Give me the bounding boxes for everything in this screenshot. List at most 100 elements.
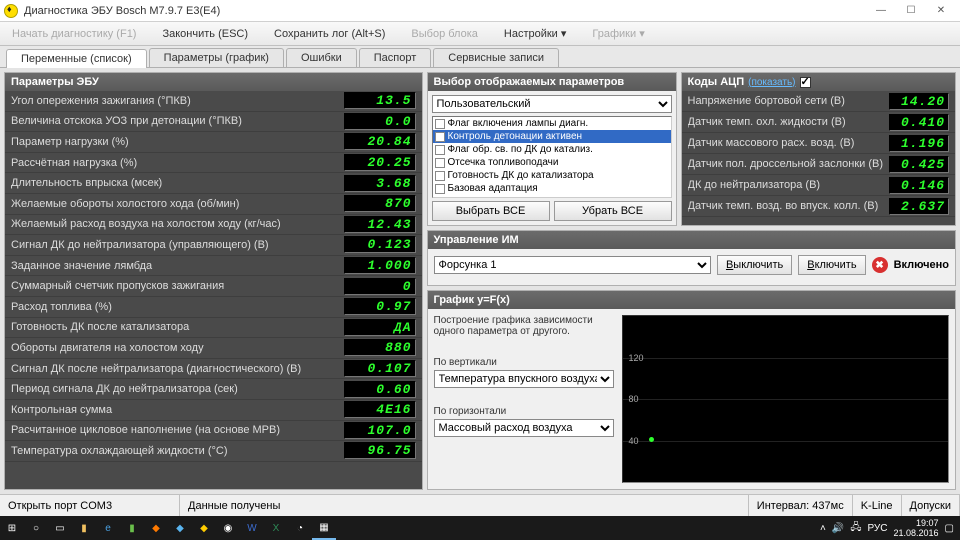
tray-lang[interactable]: РУС bbox=[867, 523, 887, 534]
param-value: ДА bbox=[344, 319, 416, 336]
param-selector-panel: Выбор отображаемых параметров Пользовате… bbox=[427, 72, 677, 226]
list-item[interactable]: Флаг включения лампы диагн. bbox=[433, 117, 671, 130]
actuator-select[interactable]: Форсунка 1 bbox=[434, 256, 711, 274]
param-row[interactable]: Заданное значение лямбда1.000 bbox=[5, 256, 422, 277]
param-row[interactable]: Длительность впрыска (мсек)3.68 bbox=[5, 173, 422, 194]
param-row[interactable]: Сигнал ДК после нейтрализатора (диагност… bbox=[5, 359, 422, 380]
adc-row[interactable]: Датчик массового расх. возд. (В)1.196 bbox=[682, 133, 956, 154]
minimize-button[interactable]: — bbox=[866, 2, 896, 20]
deselect-all-button[interactable]: Убрать ВСЕ bbox=[554, 201, 672, 221]
adc-row[interactable]: Напряжение бортовой сети (В)14.20 bbox=[682, 91, 956, 112]
y-tick: 120 bbox=[629, 353, 644, 363]
list-item[interactable]: Флаг обр. св. по ДК до катализ. bbox=[433, 143, 671, 156]
app-icon-3[interactable]: ◆ bbox=[192, 516, 216, 540]
param-listbox[interactable]: Флаг включения лампы диагн.Контроль дето… bbox=[432, 116, 672, 198]
status-port[interactable]: Открыть порт COM3 bbox=[0, 495, 180, 516]
param-row[interactable]: Желаемые обороты холостого хода (об/мин)… bbox=[5, 194, 422, 215]
menu-settings[interactable]: Настройки ▾ bbox=[498, 25, 573, 42]
tab-service-records[interactable]: Сервисные записи bbox=[433, 48, 559, 67]
param-row[interactable]: Обороты двигателя на холостом ходу880 bbox=[5, 338, 422, 359]
checkbox-icon[interactable] bbox=[435, 132, 445, 142]
checkbox-icon[interactable] bbox=[435, 158, 445, 168]
param-row[interactable]: Расход топлива (%)0.97 bbox=[5, 297, 422, 318]
maximize-button[interactable]: ☐ bbox=[896, 2, 926, 20]
app-icon bbox=[4, 4, 18, 18]
tray-network-icon[interactable]: 🖧 bbox=[850, 520, 861, 537]
close-button[interactable]: ✕ bbox=[926, 2, 956, 20]
status-tolerance[interactable]: Допуски bbox=[902, 495, 960, 516]
param-row[interactable]: Величина отскока УОЗ при детонации (°ПКВ… bbox=[5, 112, 422, 133]
adc-row[interactable]: ДК до нейтрализатора (В)0.146 bbox=[682, 175, 956, 196]
adc-show-checkbox[interactable] bbox=[800, 77, 811, 88]
adc-body[interactable]: Напряжение бортовой сети (В)14.20Датчик … bbox=[682, 91, 956, 225]
list-item[interactable]: Готовность ДК до катализатора bbox=[433, 169, 671, 182]
param-label: Период сигнала ДК до нейтрализатора (сек… bbox=[11, 383, 344, 395]
app-running-icon[interactable]: ▦ bbox=[312, 516, 336, 540]
param-row[interactable]: Угол опережения зажигания (°ПКВ)13.5 bbox=[5, 91, 422, 112]
word-icon[interactable]: W bbox=[240, 516, 264, 540]
adc-row[interactable]: Датчик темп. возд. во впуск. колл. (В)2.… bbox=[682, 196, 956, 217]
start-button[interactable]: ⊞ bbox=[0, 516, 24, 540]
tab-parameters-graph[interactable]: Параметры (график) bbox=[149, 48, 284, 67]
adc-show-link[interactable]: (показать) bbox=[748, 77, 795, 88]
store-icon[interactable]: ▮ bbox=[120, 516, 144, 540]
checkbox-icon[interactable] bbox=[435, 145, 445, 155]
param-row[interactable]: Период сигнала ДК до нейтрализатора (сек… bbox=[5, 379, 422, 400]
param-row[interactable]: Температура охлаждающей жидкости (°С)96.… bbox=[5, 441, 422, 462]
select-all-button[interactable]: Выбрать ВСЕ bbox=[432, 201, 550, 221]
menu-start-diagnostics: Начать диагностику (F1) bbox=[6, 26, 142, 42]
graph-vertical-select[interactable]: Температура впускного воздуха bbox=[434, 370, 614, 388]
tray-clock[interactable]: 19:0721.08.2016 bbox=[894, 518, 939, 538]
task-view-icon[interactable]: ▭ bbox=[48, 516, 72, 540]
tab-passport[interactable]: Паспорт bbox=[359, 48, 432, 67]
search-icon[interactable]: ○ bbox=[24, 516, 48, 540]
menu-finish[interactable]: Закончить (ESC) bbox=[156, 26, 254, 42]
status-interval: Интервал: 437мс bbox=[749, 495, 853, 516]
tab-variables-list[interactable]: Переменные (список) bbox=[6, 49, 147, 68]
param-row[interactable]: Рассчётная нагрузка (%)20.25 bbox=[5, 153, 422, 174]
tray-chevron-up-icon[interactable]: ˄ bbox=[820, 523, 826, 534]
param-row[interactable]: Контрольная сумма4E16 bbox=[5, 400, 422, 421]
param-value: 12.43 bbox=[344, 216, 416, 233]
list-item[interactable]: Базовая адаптация bbox=[433, 182, 671, 195]
list-item[interactable]: Контроль детонации активен bbox=[433, 130, 671, 143]
checkbox-icon[interactable] bbox=[435, 119, 445, 129]
turn-on-button[interactable]: Включить bbox=[798, 255, 865, 275]
menu-save-log[interactable]: Сохранить лог (Alt+S) bbox=[268, 26, 391, 42]
excel-icon[interactable]: X bbox=[264, 516, 288, 540]
im-control-panel: Управление ИМ Форсунка 1 Выключить Включ… bbox=[427, 230, 957, 286]
app-icon-2[interactable]: ◆ bbox=[168, 516, 192, 540]
list-item[interactable]: Отсечка топливоподачи bbox=[433, 156, 671, 169]
checkbox-icon[interactable] bbox=[435, 184, 445, 194]
tab-errors[interactable]: Ошибки bbox=[286, 48, 357, 67]
adc-row[interactable]: Датчик темп. охл. жидкости (В)0.410 bbox=[682, 112, 956, 133]
ecu-params-body[interactable]: Угол опережения зажигания (°ПКВ)13.5Вели… bbox=[5, 91, 422, 489]
list-item-label: Контроль детонации активен bbox=[448, 131, 583, 142]
param-value: 13.5 bbox=[344, 92, 416, 109]
adc-row[interactable]: Датчик пол. дроссельной заслонки (В)0.42… bbox=[682, 154, 956, 175]
tray-notifications-icon[interactable]: ▢ bbox=[945, 523, 954, 534]
edge-icon[interactable]: e bbox=[96, 516, 120, 540]
explorer-icon[interactable]: ▮ bbox=[72, 516, 96, 540]
graph-horizontal-select[interactable]: Массовый расход воздуха bbox=[434, 419, 614, 437]
param-row[interactable]: Расчитанное цикловое наполнение (на осно… bbox=[5, 421, 422, 442]
clock-icon[interactable]: ◔ bbox=[288, 516, 312, 540]
checkbox-icon[interactable] bbox=[435, 171, 445, 181]
main-tabs: Переменные (список) Параметры (график) О… bbox=[0, 46, 960, 68]
param-row[interactable]: Сигнал ДК до нейтрализатора (управляющег… bbox=[5, 235, 422, 256]
app-icon-1[interactable]: ◆ bbox=[144, 516, 168, 540]
chrome-icon[interactable]: ◉ bbox=[216, 516, 240, 540]
param-row[interactable]: Готовность ДК после катализатораДА bbox=[5, 318, 422, 339]
turn-off-button[interactable]: Выключить bbox=[717, 255, 792, 275]
param-row[interactable]: Желаемый расход воздуха на холостом ходу… bbox=[5, 215, 422, 236]
adc-value: 1.196 bbox=[889, 135, 949, 152]
graph-title: График y=F(x) bbox=[428, 291, 956, 309]
graph-description: Построение графика зависимости одного па… bbox=[434, 315, 614, 337]
graph-plot[interactable]: 120 80 40 bbox=[622, 315, 950, 483]
param-row[interactable]: Суммарный счетчик пропусков зажигания0 bbox=[5, 276, 422, 297]
tray-volume-icon[interactable]: 🔊 bbox=[832, 523, 844, 534]
param-value: 880 bbox=[344, 339, 416, 356]
preset-select[interactable]: Пользовательский bbox=[432, 95, 672, 113]
param-row[interactable]: Параметр нагрузки (%)20.84 bbox=[5, 132, 422, 153]
param-value: 20.84 bbox=[344, 133, 416, 150]
